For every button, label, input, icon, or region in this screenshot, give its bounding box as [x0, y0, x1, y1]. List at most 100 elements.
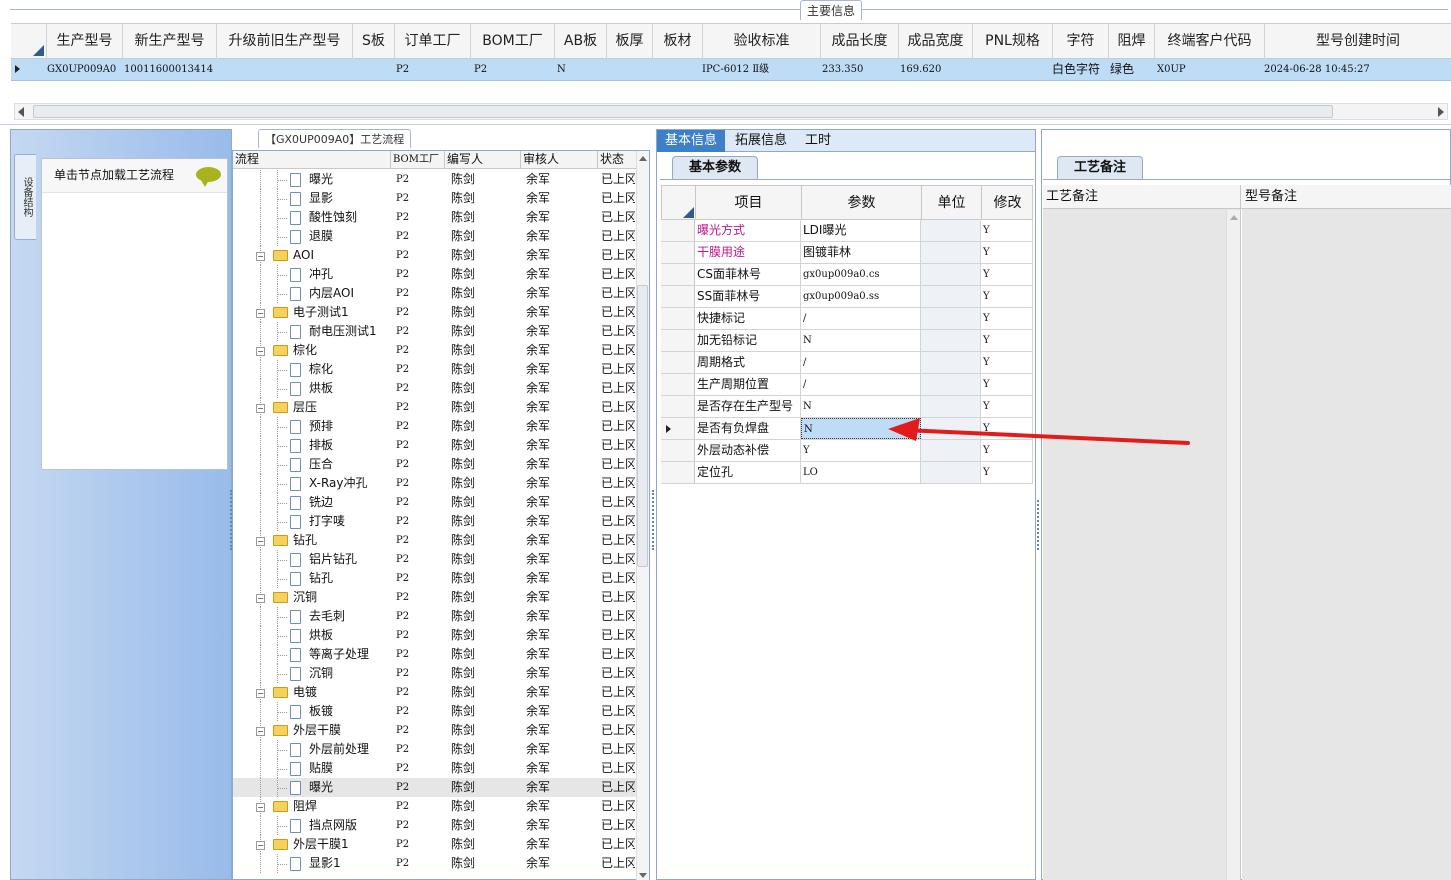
tree-row[interactable]: − 外层干膜1 P2 陈剑 余军 已上冈 — [233, 835, 636, 854]
tree-row[interactable]: − 电子测试1 P2 陈剑 余军 已上冈 — [233, 303, 636, 322]
param-row[interactable]: 是否存在生产型号 N Y — [661, 396, 1033, 418]
tab-process-notes[interactable]: 工艺备注 — [1057, 156, 1143, 179]
param-value[interactable]: N — [801, 330, 921, 351]
tree-row[interactable]: 棕化 P2 陈剑 余军 已上冈 — [233, 360, 636, 379]
collapse-toggle-icon[interactable]: − — [256, 803, 265, 812]
row-header[interactable] — [661, 462, 695, 483]
process-flow-title[interactable]: 【GX0UP009A0】工艺流程 — [258, 129, 412, 148]
col-modify[interactable]: 修改 — [982, 186, 1033, 220]
param-row[interactable]: SS面菲林号 gx0up009a0.ss Y — [661, 286, 1033, 308]
tree-row[interactable]: 去毛刺 P2 陈剑 余军 已上冈 — [233, 607, 636, 626]
param-value[interactable]: / — [801, 308, 921, 329]
col-header[interactable]: 型号创建时间 — [1265, 24, 1451, 59]
col-header[interactable]: 字符 — [1053, 24, 1109, 59]
tree-row[interactable]: 等离子处理 P2 陈剑 余军 已上冈 — [233, 645, 636, 664]
main-info-tab[interactable]: 主要信息 — [800, 0, 863, 20]
row-header[interactable] — [661, 374, 695, 395]
tree-row[interactable]: 挡点网版 P2 陈剑 余军 已上冈 — [233, 816, 636, 835]
collapse-toggle-icon[interactable]: − — [256, 727, 265, 736]
col-header[interactable]: 订单工厂 — [395, 24, 471, 59]
col-header[interactable]: 板厚 — [607, 24, 653, 59]
param-value[interactable]: 图镀菲林 — [801, 242, 921, 263]
tree-row[interactable]: 退膜 P2 陈剑 余军 已上冈 — [233, 227, 636, 246]
param-value[interactable]: LDI曝光 — [801, 220, 921, 241]
param-row[interactable]: 加无铅标记 N Y — [661, 330, 1033, 352]
col-process-notes[interactable]: 工艺备注 — [1043, 185, 1241, 208]
tree-row[interactable]: 预排 P2 陈剑 余军 已上冈 — [233, 417, 636, 436]
tree-row[interactable]: 钻孔 P2 陈剑 余军 已上冈 — [233, 569, 636, 588]
tab-extended-info[interactable]: 拓展信息 — [727, 130, 795, 152]
col-header[interactable]: PNL规格 — [973, 24, 1053, 59]
col-header[interactable]: AB板 — [555, 24, 607, 59]
col-header[interactable]: 升级前旧生产型号 — [217, 24, 353, 59]
collapse-toggle-icon[interactable]: − — [256, 594, 265, 603]
tree-row[interactable]: 烘板 P2 陈剑 余军 已上冈 — [233, 379, 636, 398]
param-row[interactable]: 周期格式 / Y — [661, 352, 1033, 374]
tree-row[interactable]: 打字唛 P2 陈剑 余军 已上冈 — [233, 512, 636, 531]
tree-row[interactable]: 贴膜 P2 陈剑 余军 已上冈 — [233, 759, 636, 778]
tree-row[interactable]: 曝光 P2 陈剑 余军 已上冈 — [233, 170, 636, 189]
collapse-toggle-icon[interactable]: − — [256, 404, 265, 413]
tree-row[interactable]: 铣边 P2 陈剑 余军 已上冈 — [233, 493, 636, 512]
col-model-notes[interactable]: 型号备注 — [1242, 185, 1451, 208]
col-unit[interactable]: 单位 — [922, 186, 982, 220]
tree-row[interactable]: − 钻孔 P2 陈剑 余军 已上冈 — [233, 531, 636, 550]
collapse-toggle-icon[interactable]: − — [256, 841, 265, 850]
param-value[interactable]: gx0up009a0.ss — [801, 286, 921, 307]
tree-row[interactable]: 显影1 P2 陈剑 余军 已上冈 — [233, 854, 636, 873]
splitter-handle[interactable] — [652, 490, 655, 550]
tree-row[interactable]: 沉铜 P2 陈剑 余军 已上冈 — [233, 664, 636, 683]
notes-scrollbar[interactable] — [1226, 210, 1240, 880]
collapse-toggle-icon[interactable]: − — [256, 347, 265, 356]
col-header[interactable]: 终端客户代码 — [1155, 24, 1265, 59]
scroll-left-icon[interactable] — [18, 107, 24, 117]
scroll-right-icon[interactable] — [1438, 107, 1444, 117]
model-notes-area[interactable] — [1242, 209, 1451, 880]
tab-basic-params[interactable]: 基本参数 — [672, 156, 758, 179]
tree-row[interactable]: 排板 P2 陈剑 余军 已上冈 — [233, 436, 636, 455]
param-row[interactable]: 干膜用途 图镀菲林 Y — [661, 242, 1033, 264]
tree-row[interactable]: 冲孔 P2 陈剑 余军 已上冈 — [233, 265, 636, 284]
tree-row[interactable]: − 外层干膜 P2 陈剑 余军 已上冈 — [233, 721, 636, 740]
param-row[interactable]: 定位孔 LO Y — [661, 462, 1033, 484]
param-row[interactable]: CS面菲林号 gx0up009a0.cs Y — [661, 264, 1033, 286]
tree-row[interactable]: − AOI P2 陈剑 余军 已上冈 — [233, 246, 636, 265]
tree-row[interactable]: − 棕化 P2 陈剑 余军 已上冈 — [233, 341, 636, 360]
tab-work-hours[interactable]: 工时 — [797, 130, 839, 152]
tree-row[interactable]: 耐电压测试1 P2 陈剑 余军 已上冈 — [233, 322, 636, 341]
param-value[interactable]: LO — [801, 462, 921, 483]
collapse-toggle-icon[interactable]: − — [256, 689, 265, 698]
row-header[interactable] — [661, 396, 695, 417]
param-value[interactable]: / — [801, 352, 921, 373]
tree-row[interactable]: 曝光 P2 陈剑 余军 已上冈 — [233, 778, 636, 797]
tree-row[interactable]: − 阻焊 P2 陈剑 余军 已上冈 — [233, 797, 636, 816]
splitter-handle[interactable] — [1037, 500, 1040, 550]
tree-row[interactable]: − 层压 P2 陈剑 余军 已上冈 — [233, 398, 636, 417]
tree-row[interactable]: 酸性蚀刻 P2 陈剑 余军 已上冈 — [233, 208, 636, 227]
col-header[interactable]: 生产型号 — [47, 24, 123, 59]
tree-row[interactable]: − 电镀 P2 陈剑 余军 已上冈 — [233, 683, 636, 702]
scroll-up-icon[interactable] — [1230, 215, 1238, 220]
tree-row[interactable]: 外层前处理 P2 陈剑 余军 已上冈 — [233, 740, 636, 759]
row-header[interactable] — [661, 264, 695, 285]
param-value[interactable]: / — [801, 374, 921, 395]
row-header[interactable] — [661, 286, 695, 307]
tree-row[interactable]: 烘板 P2 陈剑 余军 已上冈 — [233, 626, 636, 645]
col-header[interactable]: 阻焊 — [1109, 24, 1155, 59]
col-item[interactable]: 项目 — [696, 186, 802, 220]
param-value[interactable]: gx0up009a0.cs — [801, 264, 921, 285]
row-header[interactable] — [661, 330, 695, 351]
row-header[interactable] — [661, 308, 695, 329]
tree-row[interactable]: − 沉铜 P2 陈剑 余军 已上冈 — [233, 588, 636, 607]
col-flow[interactable]: 流程 — [233, 151, 391, 168]
tree-row[interactable]: 压合 P2 陈剑 余军 已上冈 — [233, 455, 636, 474]
col-auditor[interactable]: 审核人 — [521, 151, 598, 168]
param-value[interactable]: N — [801, 396, 921, 417]
process-notes-area[interactable] — [1043, 209, 1241, 880]
col-author[interactable]: 编写人 — [445, 151, 521, 168]
table-row[interactable]: GX0UP009A0 10011600013414 P2 P2 N IPC-60… — [11, 59, 1451, 81]
col-header[interactable]: S板 — [353, 24, 395, 59]
param-row[interactable]: 快捷标记 / Y — [661, 308, 1033, 330]
scroll-thumb[interactable] — [33, 105, 1333, 118]
horizontal-scrollbar[interactable] — [14, 103, 1448, 120]
